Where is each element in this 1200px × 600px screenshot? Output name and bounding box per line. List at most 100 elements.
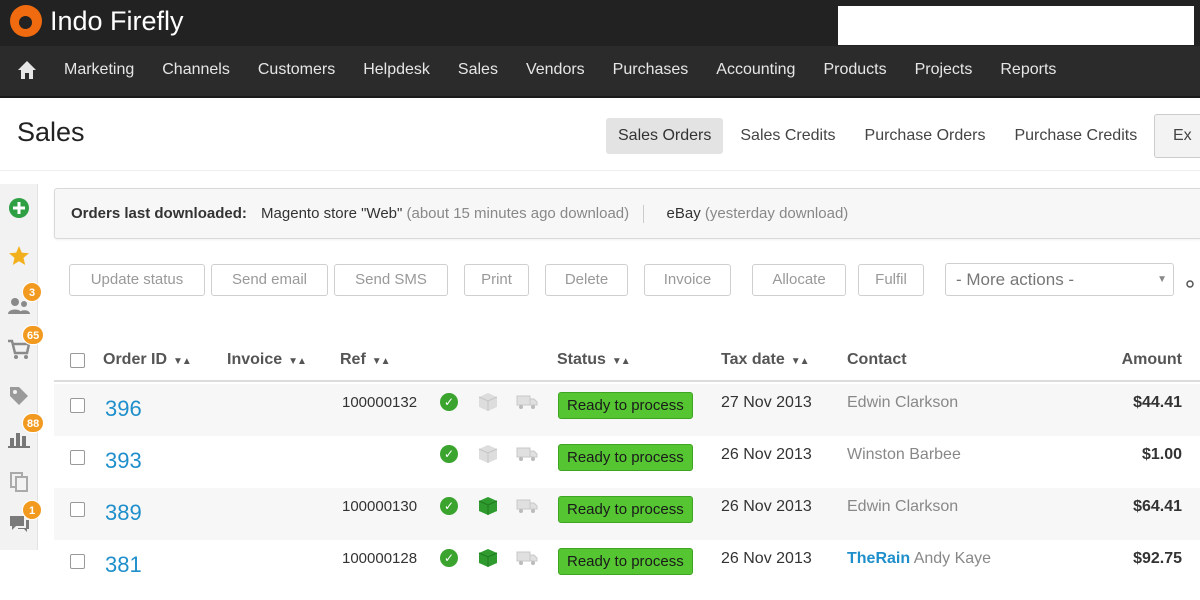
col-contact[interactable]: Contact [847,351,907,369]
allocate-button[interactable]: Allocate [752,264,846,296]
tax-date: 27 Nov 2013 [721,394,812,411]
contact-name: Winston Barbee [847,446,961,463]
order-amount: $92.75 [1133,550,1182,567]
download-info-text: Orders last downloaded: Magento store "W… [71,205,849,224]
nav-item-sales[interactable]: Sales [444,61,512,79]
star-icon[interactable] [5,242,33,270]
box-packed-icon [478,497,498,515]
nav-item-reports[interactable]: Reports [986,61,1070,79]
sort-icon[interactable]: ▼▲ [173,356,192,367]
magento-store-name[interactable]: Magento store "Web" [261,205,402,222]
nav-item-channels[interactable]: Channels [148,61,244,79]
truck-icon [516,395,538,409]
magento-store-time: (about 15 minutes ago download) [406,205,630,222]
brand[interactable]: Indo Firefly [10,4,184,38]
delete-button[interactable]: Delete [545,264,628,296]
contact-company-link[interactable]: TheRain [847,550,910,567]
sort-icon[interactable]: ▼▲ [612,356,631,367]
col-ref[interactable]: Ref ▼▲ [340,351,391,369]
contact-name: Andy Kaye [913,550,992,567]
col-contact-label: Contact [847,351,907,368]
select-all-checkbox[interactable] [70,353,85,368]
col-order-id[interactable]: Order ID ▼▲ [103,351,192,369]
nav-item-customers[interactable]: Customers [244,61,349,79]
truck-icon [516,447,538,461]
contact[interactable]: Winston Barbee [847,446,961,464]
send-sms-button[interactable]: Send SMS [334,264,448,296]
orders-table-header: Order ID ▼▲ Invoice ▼▲ Ref ▼▲ Status ▼▲ Tax … [54,340,1200,382]
sales-tabs: Sales Orders Sales Credits Purchase Orde… [606,118,1154,154]
add-icon[interactable] [5,194,33,222]
tab-purchase-credits[interactable]: Purchase Credits [1002,118,1149,154]
order-ref: 100000128 [342,550,418,567]
top-bar: Indo Firefly [0,0,1200,46]
col-order-id-label: Order ID [103,351,168,368]
table-row[interactable]: 381 100000128 ✓ Ready to process 26 Nov … [54,540,1200,592]
table-row[interactable]: 396 100000132 ✓ Ready to process 27 Nov … [54,384,1200,436]
sort-icon[interactable]: ▼▲ [288,356,307,367]
print-button[interactable]: Print [464,264,529,296]
tab-export-button[interactable]: Ex [1154,114,1200,158]
order-ref: 100000132 [342,394,418,411]
payment-ok-icon: ✓ [440,393,458,411]
nav-item-helpdesk[interactable]: Helpdesk [349,61,444,79]
info-divider [643,205,645,224]
tab-purchase-orders[interactable]: Purchase Orders [853,118,998,154]
nav-item-projects[interactable]: Projects [901,61,987,79]
contact[interactable]: Edwin Clarkson [847,498,958,516]
tab-sales-credits[interactable]: Sales Credits [728,118,847,154]
sort-icon[interactable]: ▼▲ [791,356,810,367]
col-invoice-label: Invoice [227,351,283,368]
main-nav: Marketing Channels Customers Helpdesk Sa… [0,46,1200,98]
documents-icon[interactable] [5,468,33,496]
table-row[interactable]: 393 ✓ Ready to process 26 Nov 2013 Winst… [54,436,1200,488]
status-badge[interactable]: Ready to process [558,444,693,471]
contact-name: Edwin Clarkson [847,498,959,515]
col-tax-date[interactable]: Tax date ▼▲ [721,351,810,369]
nav-item-marketing[interactable]: Marketing [50,61,148,79]
order-id-link[interactable]: 389 [105,500,142,526]
invoice-button[interactable]: Invoice [644,264,731,296]
status-badge[interactable]: Ready to process [558,392,693,419]
fulfil-button[interactable]: Fulfil [858,264,924,296]
contact[interactable]: Edwin Clarkson [847,394,958,412]
nav-item-accounting[interactable]: Accounting [702,61,809,79]
row-checkbox[interactable] [70,398,85,413]
row-checkbox[interactable] [70,502,85,517]
row-checkbox[interactable] [70,554,85,569]
col-status[interactable]: Status ▼▲ [557,351,631,369]
contacts-badge: 3 [22,282,42,302]
ebay-store-time: (yesterday download) [704,205,849,222]
ebay-store-name[interactable]: eBay [667,205,701,222]
send-email-button[interactable]: Send email [211,264,328,296]
order-id-link[interactable]: 396 [105,396,142,422]
box-unpacked-icon [478,393,498,411]
col-invoice[interactable]: Invoice ▼▲ [227,351,307,369]
nav-item-vendors[interactable]: Vendors [512,61,599,79]
tax-date: 26 Nov 2013 [721,498,812,515]
nav-item-products[interactable]: Products [809,61,900,79]
more-icon[interactable] [1186,280,1194,288]
contact[interactable]: TheRain Andy Kaye [847,550,991,568]
home-icon[interactable] [16,59,38,81]
order-id-link[interactable]: 393 [105,448,142,474]
status-badge[interactable]: Ready to process [558,548,693,575]
header-divider [0,170,1200,171]
truck-icon [516,551,538,565]
search-input[interactable] [838,6,1194,45]
more-actions-select[interactable]: - More actions - ▼ [945,263,1174,296]
tab-sales-orders[interactable]: Sales Orders [606,118,724,154]
tag-icon[interactable] [5,382,33,410]
order-id-link[interactable]: 381 [105,552,142,578]
nav-item-purchases[interactable]: Purchases [599,61,703,79]
firefly-logo-icon [10,5,42,37]
update-status-button[interactable]: Update status [69,264,205,296]
col-status-label: Status [557,351,606,368]
col-amount[interactable]: Amount [1122,351,1182,369]
table-row[interactable]: 389 100000130 ✓ Ready to process 26 Nov … [54,488,1200,540]
status-badge[interactable]: Ready to process [558,496,693,523]
row-checkbox[interactable] [70,450,85,465]
app-name: Indo Firefly [50,6,184,36]
sort-icon[interactable]: ▼▲ [372,356,391,367]
download-info-label: Orders last downloaded: [71,205,247,222]
